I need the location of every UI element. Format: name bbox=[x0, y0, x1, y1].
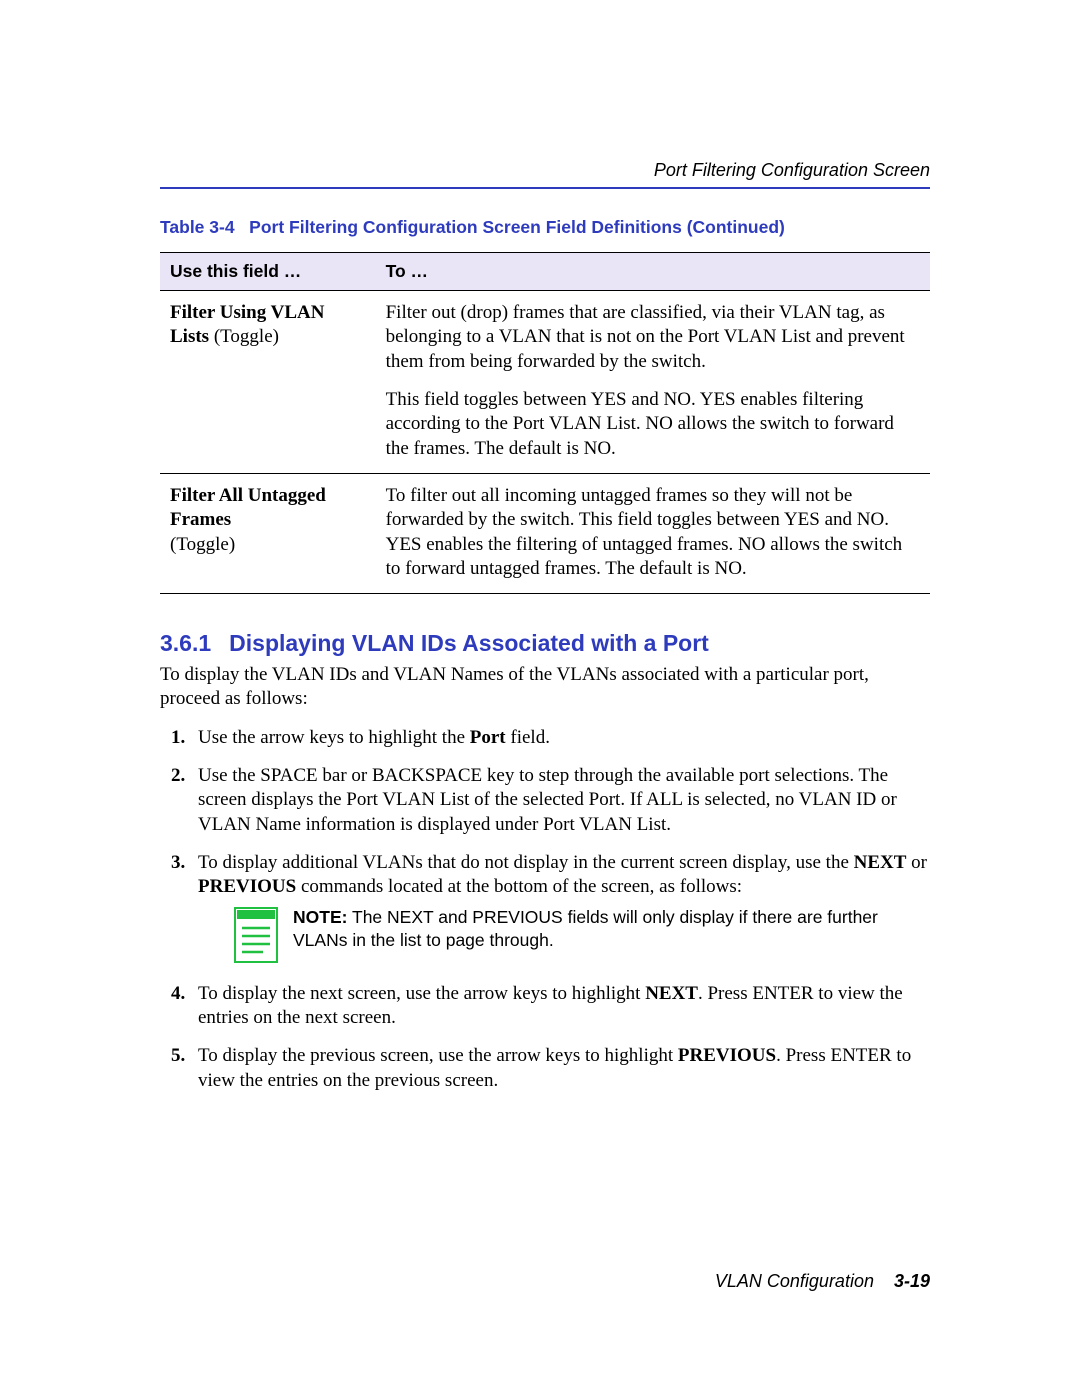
table-row: Filter All Untagged Frames (Toggle) To f… bbox=[160, 473, 930, 593]
step-text: commands located at the bottom of the sc… bbox=[296, 876, 742, 897]
field-desc-cell: Filter out (drop) frames that are classi… bbox=[376, 291, 930, 474]
step-text: To display the next screen, use the arro… bbox=[198, 983, 645, 1004]
field-desc-para: Filter out (drop) frames that are classi… bbox=[386, 301, 920, 374]
step-text: To display the previous screen, use the … bbox=[198, 1045, 678, 1066]
list-item: To display the previous screen, use the … bbox=[190, 1044, 930, 1093]
steps-list: Use the arrow keys to highlight the Port… bbox=[160, 726, 930, 1093]
header-rule bbox=[160, 187, 930, 189]
step-bold: NEXT bbox=[854, 852, 907, 873]
footer-doc-title: VLAN Configuration bbox=[715, 1271, 874, 1291]
field-desc-cell: To filter out all incoming untagged fram… bbox=[376, 473, 930, 593]
table-caption: Table 3-4 Port Filtering Configuration S… bbox=[160, 217, 930, 238]
section-intro: To display the VLAN IDs and VLAN Names o… bbox=[160, 663, 930, 712]
step-bold: PREVIOUS bbox=[198, 876, 296, 897]
footer-page-number: 3-19 bbox=[894, 1271, 930, 1291]
step-bold: NEXT bbox=[645, 983, 698, 1004]
field-name-plain: (Toggle) bbox=[209, 326, 279, 347]
field-name-bold: Filter All Untagged Frames bbox=[170, 485, 326, 530]
field-name-cell: Filter Using VLAN Lists (Toggle) bbox=[160, 291, 376, 474]
note-text: NOTE: The NEXT and PREVIOUS fields will … bbox=[293, 906, 930, 953]
note-icon bbox=[233, 906, 279, 964]
step-bold: PREVIOUS bbox=[678, 1045, 776, 1066]
section-heading: 3.6.1 Displaying VLAN IDs Associated with… bbox=[160, 630, 930, 657]
step-text: Use the arrow keys to highlight the bbox=[198, 727, 470, 748]
col-header-to: To … bbox=[376, 253, 930, 291]
step-text: Use the SPACE bar or BACKSPACE key to st… bbox=[198, 765, 897, 835]
table-caption-text: Port Filtering Configuration Screen Fiel… bbox=[249, 217, 785, 237]
step-bold: Port bbox=[470, 727, 506, 748]
section-number: 3.6.1 bbox=[160, 630, 211, 656]
step-text: field. bbox=[506, 727, 550, 748]
list-item: Use the arrow keys to highlight the Port… bbox=[190, 726, 930, 750]
section-title: Displaying VLAN IDs Associated with a Po… bbox=[229, 630, 709, 656]
step-text: To display additional VLANs that do not … bbox=[198, 852, 854, 873]
field-desc-para: This field toggles between YES and NO. Y… bbox=[386, 388, 920, 461]
col-header-field: Use this field … bbox=[160, 253, 376, 291]
field-name-plain: (Toggle) bbox=[170, 534, 235, 555]
list-item: To display additional VLANs that do not … bbox=[190, 851, 930, 964]
table-number: Table 3-4 bbox=[160, 217, 235, 237]
note-label: NOTE: bbox=[293, 907, 347, 927]
field-name-cell: Filter All Untagged Frames (Toggle) bbox=[160, 473, 376, 593]
table-row: Filter Using VLAN Lists (Toggle) Filter … bbox=[160, 291, 930, 474]
table-header-row: Use this field … To … bbox=[160, 253, 930, 291]
step-text: or bbox=[906, 852, 927, 873]
list-item: To display the next screen, use the arro… bbox=[190, 982, 930, 1031]
running-header: Port Filtering Configuration Screen bbox=[160, 160, 930, 181]
list-item: Use the SPACE bar or BACKSPACE key to st… bbox=[190, 764, 930, 837]
field-desc-para: To filter out all incoming untagged fram… bbox=[386, 484, 920, 581]
page-footer: VLAN Configuration 3-19 bbox=[715, 1271, 930, 1292]
note-body: The NEXT and PREVIOUS fields will only d… bbox=[293, 907, 878, 951]
note-block: NOTE: The NEXT and PREVIOUS fields will … bbox=[233, 906, 930, 964]
field-definitions-table: Use this field … To … Filter Using VLAN … bbox=[160, 252, 930, 594]
page: Port Filtering Configuration Screen Tabl… bbox=[0, 0, 1080, 1397]
